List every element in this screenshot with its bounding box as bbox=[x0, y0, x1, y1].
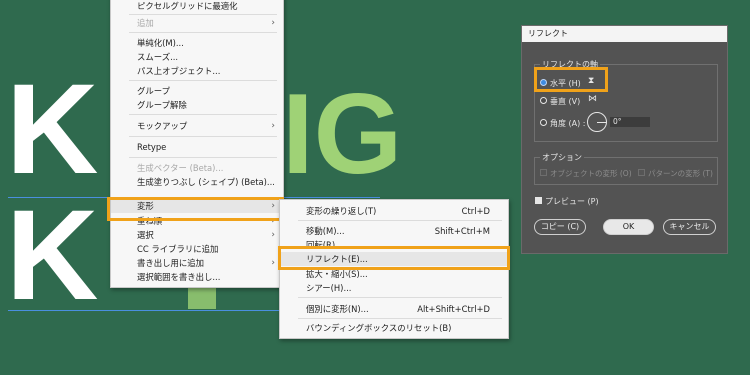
menu-item-retype[interactable]: Retype bbox=[111, 140, 283, 154]
preview-label[interactable]: プレビュー (P) bbox=[545, 196, 599, 207]
options-legend: オプション bbox=[540, 152, 584, 163]
menu-item-simplify[interactable]: 単純化(M)... bbox=[111, 36, 283, 50]
angle-dial-icon[interactable] bbox=[587, 112, 607, 132]
menu-item-label: Retype bbox=[137, 142, 167, 152]
menu-separator bbox=[129, 114, 277, 115]
menu-item-label: グループ bbox=[137, 86, 170, 96]
artwork-green-letters[interactable]: IG bbox=[282, 78, 402, 192]
vertical-radio[interactable] bbox=[540, 97, 547, 104]
context-menu: ピクセルグリッドに最適化 追加 › 単純化(M)... スムーズ... パス上オブ… bbox=[110, 0, 284, 288]
menu-item-ungroup[interactable]: グループ解除 bbox=[111, 98, 283, 112]
menu-separator bbox=[129, 80, 277, 81]
menu-item-label: 生成ベクター (Beta)... bbox=[137, 163, 224, 173]
angle-radio[interactable] bbox=[540, 119, 547, 126]
transform-patterns-label: パターンの変形 (T) bbox=[648, 169, 713, 178]
menu-item-label: シアー(H)... bbox=[306, 283, 352, 293]
menu-item-label: スムーズ... bbox=[137, 52, 179, 62]
menu-item-label: 個別に変形(N)... bbox=[306, 304, 369, 314]
angle-label[interactable]: 角度 (A) : bbox=[550, 118, 586, 129]
highlight-reflect bbox=[278, 246, 510, 270]
menu-separator bbox=[298, 297, 502, 298]
copy-button[interactable]: コピー (C) bbox=[534, 219, 586, 235]
menu-item-label: 移動(M)... bbox=[306, 226, 345, 236]
submenu-item-shear[interactable]: シアー(H)... bbox=[280, 281, 508, 295]
menu-item-add[interactable]: 追加 › bbox=[111, 16, 283, 30]
menu-item-label: 書き出し用に追加 bbox=[137, 258, 204, 268]
menu-item-label: モックアップ bbox=[137, 121, 188, 131]
menu-separator bbox=[129, 136, 277, 137]
menu-item-label: 追加 bbox=[137, 18, 154, 28]
menu-separator bbox=[298, 318, 502, 319]
menu-item-export-selection[interactable]: 選択範囲を書き出し... bbox=[111, 270, 283, 284]
angle-input[interactable]: 0° bbox=[610, 117, 650, 127]
menu-item-label: CC ライブラリに追加 bbox=[137, 244, 219, 254]
chevron-right-icon: › bbox=[271, 18, 275, 28]
menu-item-label: 選択範囲を書き出し... bbox=[137, 272, 221, 282]
menu-item-generative-fill[interactable]: 生成塗りつぶし (シェイプ) (Beta)... bbox=[111, 175, 283, 189]
shortcut-label: Ctrl+D bbox=[461, 206, 490, 216]
menu-item-label: グループ解除 bbox=[137, 100, 187, 110]
menu-separator bbox=[129, 157, 277, 158]
ok-button[interactable]: OK bbox=[603, 219, 654, 235]
menu-item-label: バウンディングボックスのリセット(B) bbox=[306, 323, 452, 333]
menu-item-group[interactable]: グループ bbox=[111, 84, 283, 98]
chevron-right-icon: › bbox=[271, 258, 275, 268]
menu-separator bbox=[298, 220, 502, 221]
chevron-right-icon: › bbox=[271, 121, 275, 131]
menu-item-label: パス上オブジェクト... bbox=[137, 66, 221, 76]
submenu-item-repeat[interactable]: 変形の繰り返し(T) Ctrl+D bbox=[280, 204, 508, 218]
transform-patterns-checkbox[interactable] bbox=[638, 169, 645, 176]
highlight-transform bbox=[107, 197, 284, 221]
menu-separator bbox=[129, 14, 277, 15]
reflect-vertical-icon: ⋈ bbox=[588, 94, 597, 104]
submenu-item-transform-each[interactable]: 個別に変形(N)... Alt+Shift+Ctrl+D bbox=[280, 302, 508, 316]
shortcut-label: Alt+Shift+Ctrl+D bbox=[417, 304, 490, 314]
chevron-right-icon: › bbox=[271, 230, 275, 240]
menu-item-pixel-grid[interactable]: ピクセルグリッドに最適化 bbox=[111, 0, 283, 13]
submenu-item-reset-bounding-box[interactable]: バウンディングボックスのリセット(B) bbox=[280, 321, 508, 335]
cancel-button[interactable]: キャンセル bbox=[663, 219, 716, 235]
menu-item-label: ピクセルグリッドに最適化 bbox=[137, 1, 238, 11]
vertical-label[interactable]: 垂直 (V) bbox=[550, 96, 580, 107]
menu-item-label: 単純化(M)... bbox=[137, 38, 184, 48]
menu-item-label: 変形の繰り返し(T) bbox=[306, 206, 377, 216]
transform-objects-checkbox[interactable] bbox=[540, 169, 547, 176]
reflect-dialog: リフレクト リフレクトの軸 水平 (H) ⧗ 垂直 (V) ⋈ 角度 (A) :… bbox=[521, 25, 728, 254]
menu-item-mockup[interactable]: モックアップ › bbox=[111, 119, 283, 133]
highlight-horizontal-option bbox=[534, 67, 608, 92]
menu-item-label: 選択 bbox=[137, 230, 154, 240]
menu-item-generative-vector[interactable]: 生成ベクター (Beta)... bbox=[111, 161, 283, 175]
menu-item-objects-on-path[interactable]: パス上オブジェクト... bbox=[111, 64, 283, 78]
preview-checkbox[interactable] bbox=[535, 197, 542, 204]
menu-item-label: 生成塗りつぶし (シェイプ) (Beta)... bbox=[137, 177, 275, 187]
dialog-title[interactable]: リフレクト bbox=[522, 26, 727, 42]
menu-item-cc-library[interactable]: CC ライブラリに追加 bbox=[111, 242, 283, 256]
submenu-item-move[interactable]: 移動(M)... Shift+Ctrl+M bbox=[280, 224, 508, 238]
shortcut-label: Shift+Ctrl+M bbox=[434, 226, 490, 236]
transform-objects-label: オブジェクトの変形 (O) bbox=[550, 169, 632, 178]
menu-item-label: 拡大・縮小(S)... bbox=[306, 269, 368, 279]
artwork-text-top[interactable]: K bbox=[6, 66, 98, 194]
menu-item-smooth[interactable]: スムーズ... bbox=[111, 50, 283, 64]
menu-item-add-to-export[interactable]: 書き出し用に追加 › bbox=[111, 256, 283, 270]
menu-item-select[interactable]: 選択 › bbox=[111, 228, 283, 242]
menu-separator bbox=[129, 32, 277, 33]
